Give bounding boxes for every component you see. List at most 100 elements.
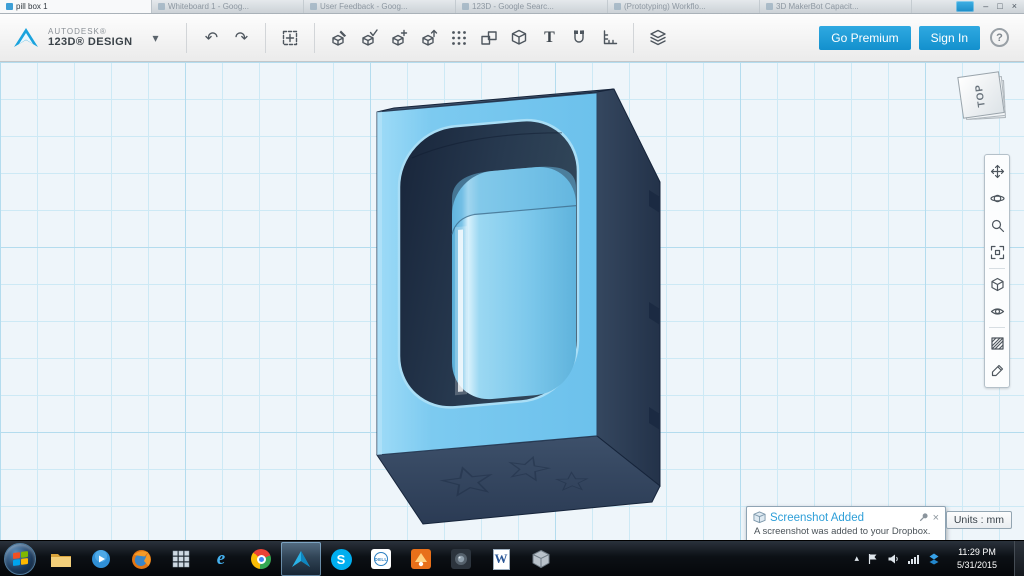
system-tray: ▴ 11:29 PM 5/31/2015 bbox=[854, 541, 1024, 576]
brand-autodesk: AUTODESK® bbox=[48, 27, 132, 36]
text-tool-button[interactable]: T bbox=[534, 21, 564, 55]
brand: AUTODESK® 123D® DESIGN bbox=[48, 27, 132, 49]
undo-button[interactable]: ↶ bbox=[196, 21, 226, 55]
favicon bbox=[614, 3, 621, 10]
123d-logo-icon bbox=[12, 26, 40, 50]
help-button[interactable]: ? bbox=[990, 28, 1009, 47]
ruler-icon bbox=[599, 28, 619, 48]
appbar-right: Go Premium Sign In ? bbox=[811, 26, 1024, 50]
go-premium-button[interactable]: Go Premium bbox=[819, 26, 910, 50]
tab-background-2[interactable]: User Feedback - Goog... bbox=[304, 0, 456, 13]
combine-cube-icon bbox=[509, 28, 529, 48]
pan-button[interactable] bbox=[985, 158, 1009, 185]
chrome-icon bbox=[251, 549, 271, 569]
clock-date: 5/31/2015 bbox=[948, 559, 1006, 572]
tray-expand-icon[interactable]: ▴ bbox=[854, 553, 859, 564]
taskbar-camera-app[interactable] bbox=[441, 542, 481, 576]
material-paint-button[interactable] bbox=[985, 357, 1009, 384]
engraved-stars-icon bbox=[439, 455, 588, 497]
taskbar-word[interactable]: W bbox=[481, 542, 521, 576]
taskbar-orange-app[interactable] bbox=[401, 542, 441, 576]
combine-tool-button[interactable] bbox=[504, 21, 534, 55]
show-desktop-button[interactable] bbox=[1014, 541, 1024, 576]
panel-button[interactable] bbox=[956, 1, 974, 12]
taskbar-internet-explorer[interactable]: e bbox=[201, 542, 241, 576]
fit-view-button[interactable] bbox=[985, 239, 1009, 266]
units-indicator[interactable]: Units : mm bbox=[946, 511, 1012, 529]
material-layers-icon bbox=[648, 28, 668, 48]
tab-background-5[interactable]: 3D MakerBot Capacit... bbox=[760, 0, 912, 13]
view-mode-button[interactable] bbox=[985, 271, 1009, 298]
orbit-icon bbox=[990, 191, 1005, 206]
taskbar-skype[interactable]: S bbox=[321, 542, 361, 576]
extrude-tool-button[interactable] bbox=[414, 21, 444, 55]
primitive-plus-icon bbox=[389, 28, 409, 48]
taskbar-explorer[interactable] bbox=[41, 542, 81, 576]
tab-background-1[interactable]: Whiteboard 1 - Goog... bbox=[152, 0, 304, 13]
transform-tool-button[interactable] bbox=[275, 21, 305, 55]
outline-display-button[interactable] bbox=[985, 330, 1009, 357]
snap-tool-button[interactable] bbox=[564, 21, 594, 55]
sketch-accept-button[interactable] bbox=[354, 21, 384, 55]
primitive-tool-button[interactable] bbox=[384, 21, 414, 55]
taskbar-clock[interactable]: 11:29 PM 5/31/2015 bbox=[948, 546, 1006, 571]
minimize-button[interactable]: – bbox=[983, 1, 988, 12]
main-menu-chevron-icon[interactable]: ▾ bbox=[152, 31, 158, 45]
transform-icon bbox=[280, 28, 300, 48]
window-controls: – □ × bbox=[949, 0, 1024, 13]
zoom-button[interactable] bbox=[985, 212, 1009, 239]
tab-active[interactable]: pill box 1 bbox=[0, 0, 152, 13]
visibility-button[interactable] bbox=[985, 298, 1009, 325]
orbit-button[interactable] bbox=[985, 185, 1009, 212]
apps-grid-icon bbox=[172, 550, 190, 568]
taskbar-dell[interactable]: DELL bbox=[361, 542, 401, 576]
start-button[interactable] bbox=[4, 543, 36, 575]
redo-button[interactable]: ↷ bbox=[226, 21, 256, 55]
group-tool-button[interactable] bbox=[474, 21, 504, 55]
viewport-3d[interactable]: TOP bbox=[0, 62, 1024, 540]
123d-icon bbox=[290, 549, 312, 569]
taskbar-media-player[interactable] bbox=[81, 542, 121, 576]
material-brush-icon bbox=[990, 363, 1005, 378]
notification-message: A screenshot was added to your Dropbox. bbox=[753, 526, 939, 537]
clock-time: 11:29 PM bbox=[948, 546, 1006, 559]
notification-close-icon[interactable]: × bbox=[933, 513, 939, 523]
maximize-button[interactable]: □ bbox=[997, 1, 1002, 12]
view-cube-face[interactable]: TOP bbox=[957, 71, 1004, 118]
visibility-eye-icon bbox=[990, 304, 1005, 319]
model-side-face bbox=[597, 89, 660, 486]
favicon bbox=[462, 3, 469, 10]
tab-background-3[interactable]: 123D - Google Searc... bbox=[456, 0, 608, 13]
measure-tool-button[interactable] bbox=[594, 21, 624, 55]
dell-icon: DELL bbox=[371, 549, 391, 569]
model-pill-box[interactable] bbox=[0, 62, 1024, 540]
taskbar-123d-design[interactable] bbox=[281, 542, 321, 576]
material-tool-button[interactable] bbox=[643, 21, 673, 55]
dropbox-tray-icon[interactable] bbox=[928, 553, 940, 565]
view-cube-label: TOP bbox=[974, 83, 988, 108]
pattern-tool-button[interactable] bbox=[444, 21, 474, 55]
camera-app-icon bbox=[451, 549, 471, 569]
side-clips bbox=[649, 190, 660, 430]
network-tray-icon[interactable] bbox=[907, 553, 920, 565]
taskbar-apps-grid[interactable] bbox=[161, 542, 201, 576]
close-button[interactable]: × bbox=[1012, 1, 1017, 12]
pan-icon bbox=[990, 164, 1005, 179]
sketch-tool-button[interactable] bbox=[324, 21, 354, 55]
sign-in-button[interactable]: Sign In bbox=[919, 26, 980, 50]
favicon bbox=[310, 3, 317, 10]
word-icon: W bbox=[493, 549, 510, 570]
view-cube[interactable]: TOP bbox=[960, 74, 1008, 122]
taskbar-chrome[interactable] bbox=[241, 542, 281, 576]
taskbar: e S DELL bbox=[0, 540, 1024, 576]
taskbar-firefox[interactable] bbox=[121, 542, 161, 576]
model-pill-body bbox=[452, 164, 576, 403]
volume-tray-icon[interactable] bbox=[887, 553, 899, 565]
sketch-check-icon bbox=[359, 28, 379, 48]
pin-icon[interactable] bbox=[918, 512, 929, 523]
tab-background-4[interactable]: (Prototyping) Workflo... bbox=[608, 0, 760, 13]
firefox-icon bbox=[131, 549, 152, 570]
flag-tray-icon[interactable] bbox=[867, 553, 879, 565]
taskbar-3d-print-app[interactable] bbox=[521, 542, 561, 576]
notification-header: Screenshot Added × bbox=[753, 511, 939, 524]
